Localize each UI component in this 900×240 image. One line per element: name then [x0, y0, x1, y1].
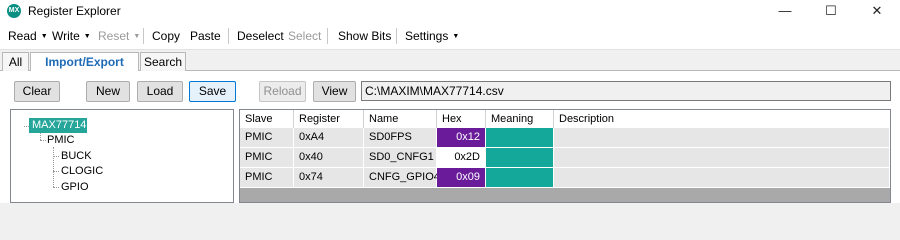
- new-button[interactable]: New: [86, 81, 130, 102]
- minimize-button[interactable]: —: [762, 0, 808, 22]
- cell-meaning[interactable]: [486, 128, 554, 148]
- close-button[interactable]: ✕: [854, 0, 900, 22]
- save-button[interactable]: Save: [189, 81, 236, 102]
- tree-node-clogic[interactable]: CLOGIC: [61, 164, 103, 179]
- read-label: Read: [8, 29, 37, 43]
- tab-all[interactable]: All: [2, 52, 29, 71]
- cell-meaning[interactable]: [486, 168, 554, 188]
- tree-connector: [53, 187, 59, 188]
- reload-button[interactable]: Reload: [259, 81, 306, 102]
- tree-connector: [53, 147, 54, 187]
- clear-button[interactable]: Clear: [14, 81, 60, 102]
- tree-node-max77714[interactable]: MAX77714: [29, 118, 87, 133]
- cell-description[interactable]: [554, 128, 890, 148]
- cell-description[interactable]: [554, 168, 890, 188]
- column-header-meaning[interactable]: Meaning: [486, 110, 554, 129]
- settings-label: Settings: [405, 29, 449, 43]
- view-button[interactable]: View: [313, 81, 356, 102]
- column-header-hex[interactable]: Hex: [437, 110, 486, 129]
- write-menu[interactable]: Write ▼: [52, 28, 91, 44]
- cell-name[interactable]: CNFG_GPIO4: [364, 168, 440, 188]
- chevron-down-icon: ▼: [40, 32, 48, 40]
- reset-menu[interactable]: Reset ▼: [98, 28, 140, 44]
- toolbar-divider: [228, 28, 229, 44]
- chevron-down-icon: ▼: [133, 32, 141, 40]
- cell-hex[interactable]: 0x2D: [437, 148, 486, 168]
- tree-connector: [53, 171, 59, 172]
- file-path-input[interactable]: C:\MAXIM\MAX77714.csv: [361, 81, 891, 101]
- chevron-down-icon: ▼: [452, 32, 460, 40]
- cell-meaning[interactable]: [486, 148, 554, 168]
- tree-node-pmic[interactable]: PMIC: [47, 133, 75, 148]
- cell-slave[interactable]: PMIC: [240, 148, 294, 168]
- deselect-button[interactable]: Deselect: [237, 28, 284, 44]
- tree-connector: [40, 140, 46, 141]
- cell-name[interactable]: SD0FPS: [364, 128, 437, 148]
- column-header-description[interactable]: Description: [554, 110, 890, 129]
- tree-connector: [53, 156, 59, 157]
- cell-slave[interactable]: PMIC: [240, 168, 294, 188]
- tab-import-export[interactable]: Import/Export: [30, 52, 139, 72]
- cell-register[interactable]: 0x40: [294, 148, 364, 168]
- show-bits-button[interactable]: Show Bits: [338, 28, 391, 44]
- cell-hex[interactable]: 0x12: [437, 128, 486, 148]
- cell-slave[interactable]: PMIC: [240, 128, 294, 148]
- cell-description[interactable]: [554, 148, 890, 168]
- tree-node-buck[interactable]: BUCK: [61, 149, 92, 164]
- tab-search[interactable]: Search: [140, 52, 186, 71]
- column-header-slave[interactable]: Slave: [240, 110, 294, 129]
- tree-connector: [40, 133, 41, 140]
- cell-register[interactable]: 0x74: [294, 168, 364, 188]
- window-title: Register Explorer: [28, 4, 121, 18]
- maxim-logo-icon: MX: [7, 4, 21, 18]
- maximize-button[interactable]: ☐: [808, 0, 854, 22]
- settings-menu[interactable]: Settings ▼: [405, 28, 459, 44]
- cell-register[interactable]: 0xA4: [294, 128, 364, 148]
- chevron-down-icon: ▼: [83, 32, 91, 40]
- toolbar-divider: [396, 28, 397, 44]
- column-header-register[interactable]: Register: [294, 110, 364, 129]
- select-button[interactable]: Select: [288, 28, 321, 44]
- toolbar-divider: [327, 28, 328, 44]
- paste-button[interactable]: Paste: [190, 28, 221, 44]
- load-button[interactable]: Load: [137, 81, 183, 102]
- copy-button[interactable]: Copy: [152, 28, 180, 44]
- toolbar-divider: [143, 28, 144, 44]
- read-menu[interactable]: Read ▼: [8, 28, 48, 44]
- cell-hex[interactable]: 0x09: [437, 168, 486, 188]
- tree-node-gpio[interactable]: GPIO: [61, 180, 89, 195]
- reset-label: Reset: [98, 29, 130, 43]
- write-label: Write: [52, 29, 80, 43]
- column-header-name[interactable]: Name: [364, 110, 437, 129]
- cell-name[interactable]: SD0_CNFG1: [364, 148, 437, 168]
